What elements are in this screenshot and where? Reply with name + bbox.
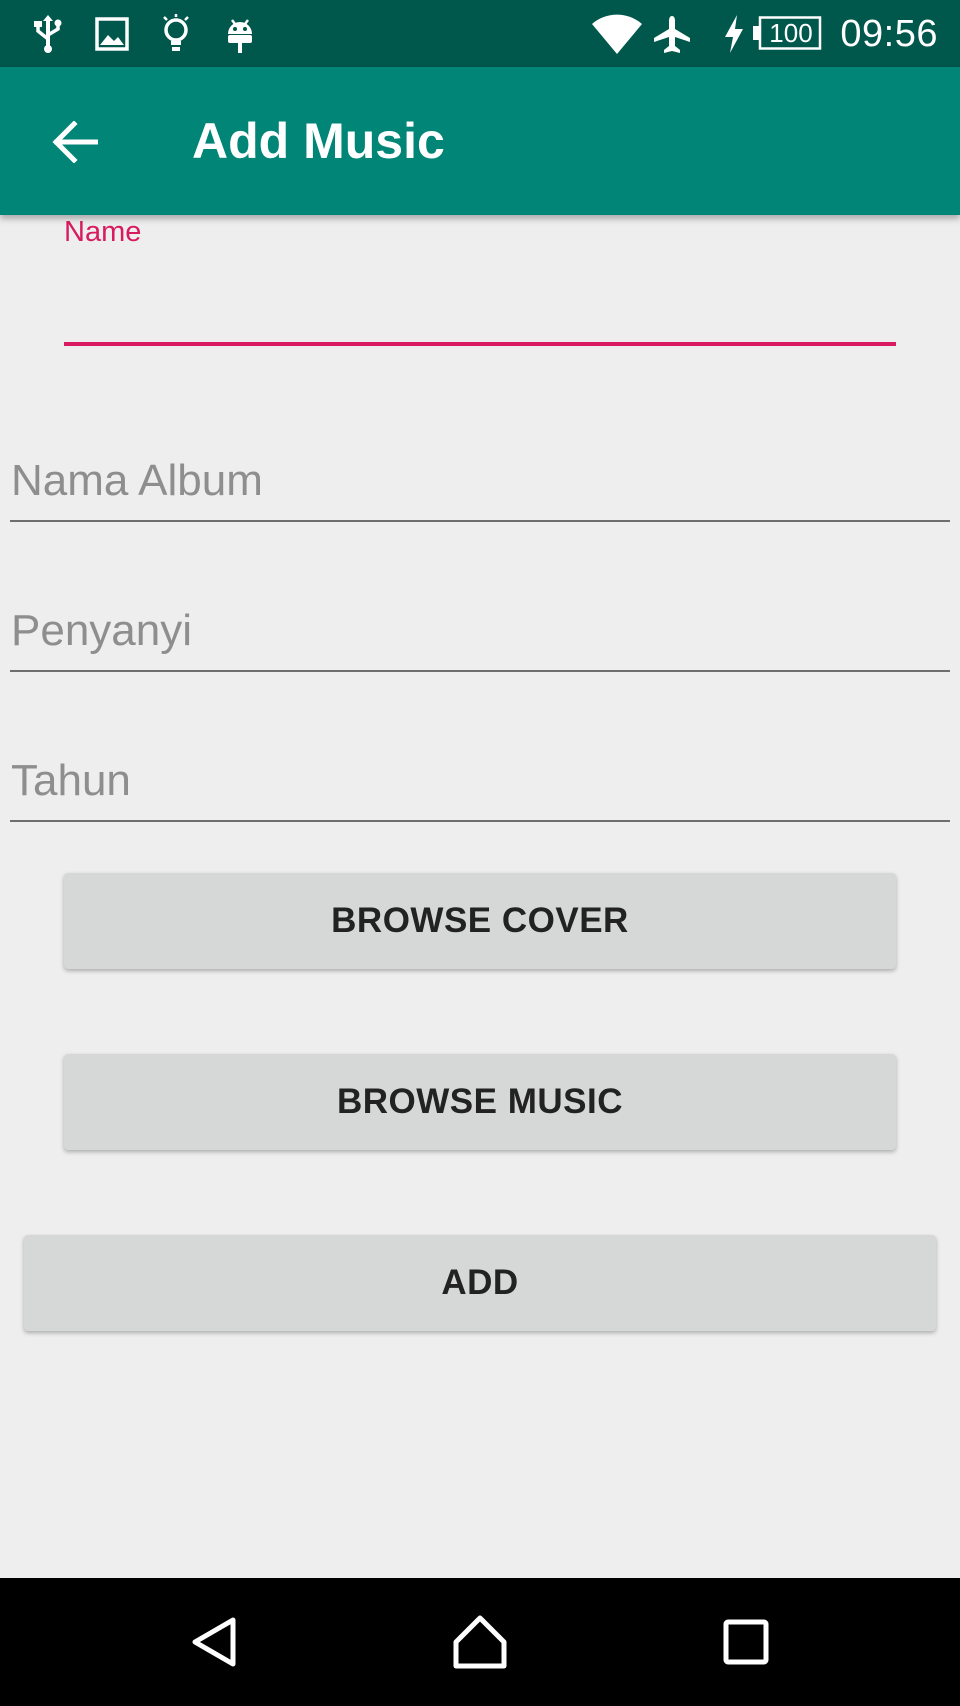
- navigation-bar: [0, 1578, 960, 1706]
- add-button[interactable]: ADD: [24, 1235, 936, 1331]
- arrow-back-icon: [52, 121, 98, 163]
- back-button[interactable]: [40, 107, 110, 177]
- browse-music-button[interactable]: BROWSE MUSIC: [64, 1054, 896, 1150]
- name-field-label: Name: [64, 216, 142, 248]
- recents-icon: [723, 1619, 769, 1665]
- album-name-input[interactable]: [10, 442, 950, 522]
- name-input[interactable]: [64, 250, 896, 346]
- back-triangle-icon: [192, 1617, 236, 1667]
- nav-home-button[interactable]: [440, 1602, 520, 1682]
- airplane-icon: [650, 12, 694, 56]
- nav-back-button[interactable]: [175, 1602, 255, 1682]
- image-icon: [94, 12, 130, 56]
- android-icon: [222, 12, 258, 56]
- status-bar: 100 09:56: [0, 0, 960, 67]
- browse-cover-button[interactable]: BROWSE COVER: [64, 873, 896, 969]
- singer-input[interactable]: [10, 592, 950, 672]
- year-input[interactable]: [10, 742, 950, 822]
- lightbulb-icon: [158, 12, 194, 56]
- home-icon: [453, 1615, 507, 1669]
- battery-indicator: 100: [752, 16, 822, 50]
- app-bar: Add Music: [0, 67, 960, 215]
- usb-icon: [30, 12, 66, 56]
- battery-level: 100: [769, 18, 813, 48]
- nav-recents-button[interactable]: [706, 1602, 786, 1682]
- wifi-icon: [592, 12, 642, 56]
- page-title: Add Music: [192, 113, 445, 169]
- status-time: 09:56: [840, 13, 938, 55]
- charging-icon: [720, 12, 748, 56]
